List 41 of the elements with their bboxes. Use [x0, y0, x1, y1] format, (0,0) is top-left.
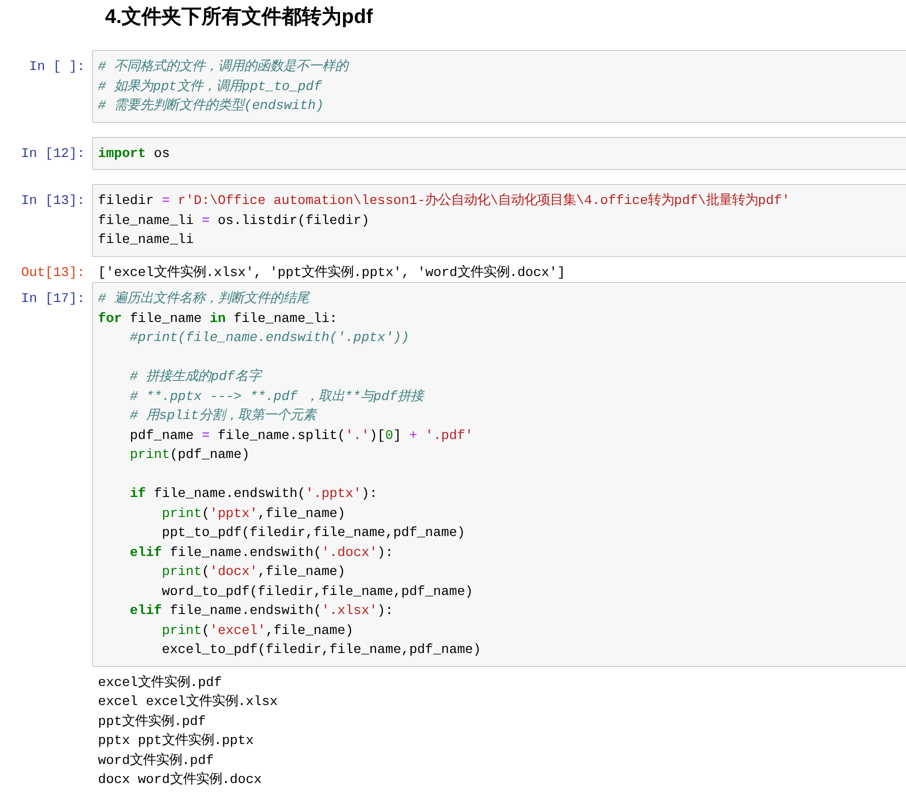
- output-line: excel excel文件实例.xlsx: [98, 692, 279, 711]
- code-line: print('docx',file_name): [160, 563, 346, 581]
- code-line: for file_name in file_name_li:: [98, 310, 338, 328]
- code-line: print('excel',file_name): [160, 622, 354, 640]
- input-prompt: In [12]:: [20, 144, 86, 162]
- output-line: pptx ppt文件实例.pptx: [98, 732, 255, 750]
- output-line: excel文件实例.pdf: [98, 674, 223, 692]
- code-line: import os: [98, 144, 171, 162]
- input-prompt: In [17]:: [20, 290, 86, 308]
- code-line: #print(file_name.endswith('.pptx')): [128, 329, 410, 347]
- code-line: # 拼接生成的pdf名字: [128, 368, 264, 386]
- output-line: docx word文件实例.docx: [98, 770, 263, 789]
- code-line: word_to_pdf(filedir,file_name,pdf_name): [160, 582, 474, 600]
- code-cell[interactable]: # 不同格式的文件，调用的函数是不一样的 # 如果为ppt文件，调用ppt_to_pdf # 需要先判断文件的类型(endswith): [92, 50, 906, 122]
- code-line: pdf_name = file_name.split('.')[0] + '.pdf': [128, 426, 474, 444]
- code-line: file_name_li = os.listdir(filedir): [98, 212, 370, 230]
- code-cell[interactable]: [92, 282, 906, 666]
- code-cell[interactable]: import os: [92, 136, 906, 170]
- output-prompt: Out[13]:: [20, 264, 86, 282]
- code-line: # 需要先判断文件的类型(endswith): [98, 97, 325, 115]
- code-line: elif file_name.endswith('.docx'):: [128, 544, 394, 562]
- code-line: if file_name.endswith('.pptx'):: [128, 485, 378, 503]
- code-cell[interactable]: filedir = r'D:\Office automation\lesson1-办公自动化\自动化项目集\4.office转为pdf\批量转为pdf' file_name_li = os.listdir(filedir) file_name_li: [92, 184, 906, 256]
- code-line: elif file_name.endswith('.xlsx'):: [128, 602, 394, 620]
- code-line: file_name_li: [98, 231, 195, 249]
- output-line: word文件实例.pdf: [98, 752, 215, 770]
- code-line: # 不同格式的文件，调用的函数是不一样的: [98, 58, 350, 76]
- code-line: filedir = r'D:\Office automation\lesson1-办公自动化\自动化项目集\4.office转为pdf\批量转为pdf': [98, 192, 791, 210]
- code-line: # 遍历出文件名称，判断文件的结尾: [98, 290, 311, 308]
- code-line: # 用split分割，取第一个元素: [128, 407, 318, 425]
- code-line: # **.pptx ---> **.pdf ，取出**与pdf拼接: [128, 388, 426, 406]
- output-line: ['excel文件实例.xlsx', 'ppt文件实例.pptx', 'word文件实例.docx']: [98, 264, 566, 282]
- input-prompt: In [13]:: [20, 192, 86, 210]
- input-prompt: In [ ]:: [28, 58, 86, 76]
- code-line: print(pdf_name): [128, 446, 251, 464]
- output-line: ppt文件实例.pdf: [98, 712, 207, 730]
- code-line: excel_to_pdf(filedir,file_name,pdf_name): [160, 641, 482, 659]
- code-line: # 如果为ppt文件，调用ppt_to_pdf: [98, 78, 323, 96]
- code-line: ppt_to_pdf(filedir,file_name,pdf_name): [160, 524, 466, 542]
- code-line: print('pptx',file_name): [160, 504, 346, 522]
- section-heading: 4.文件夹下所有文件都转为pdf: [105, 4, 374, 30]
